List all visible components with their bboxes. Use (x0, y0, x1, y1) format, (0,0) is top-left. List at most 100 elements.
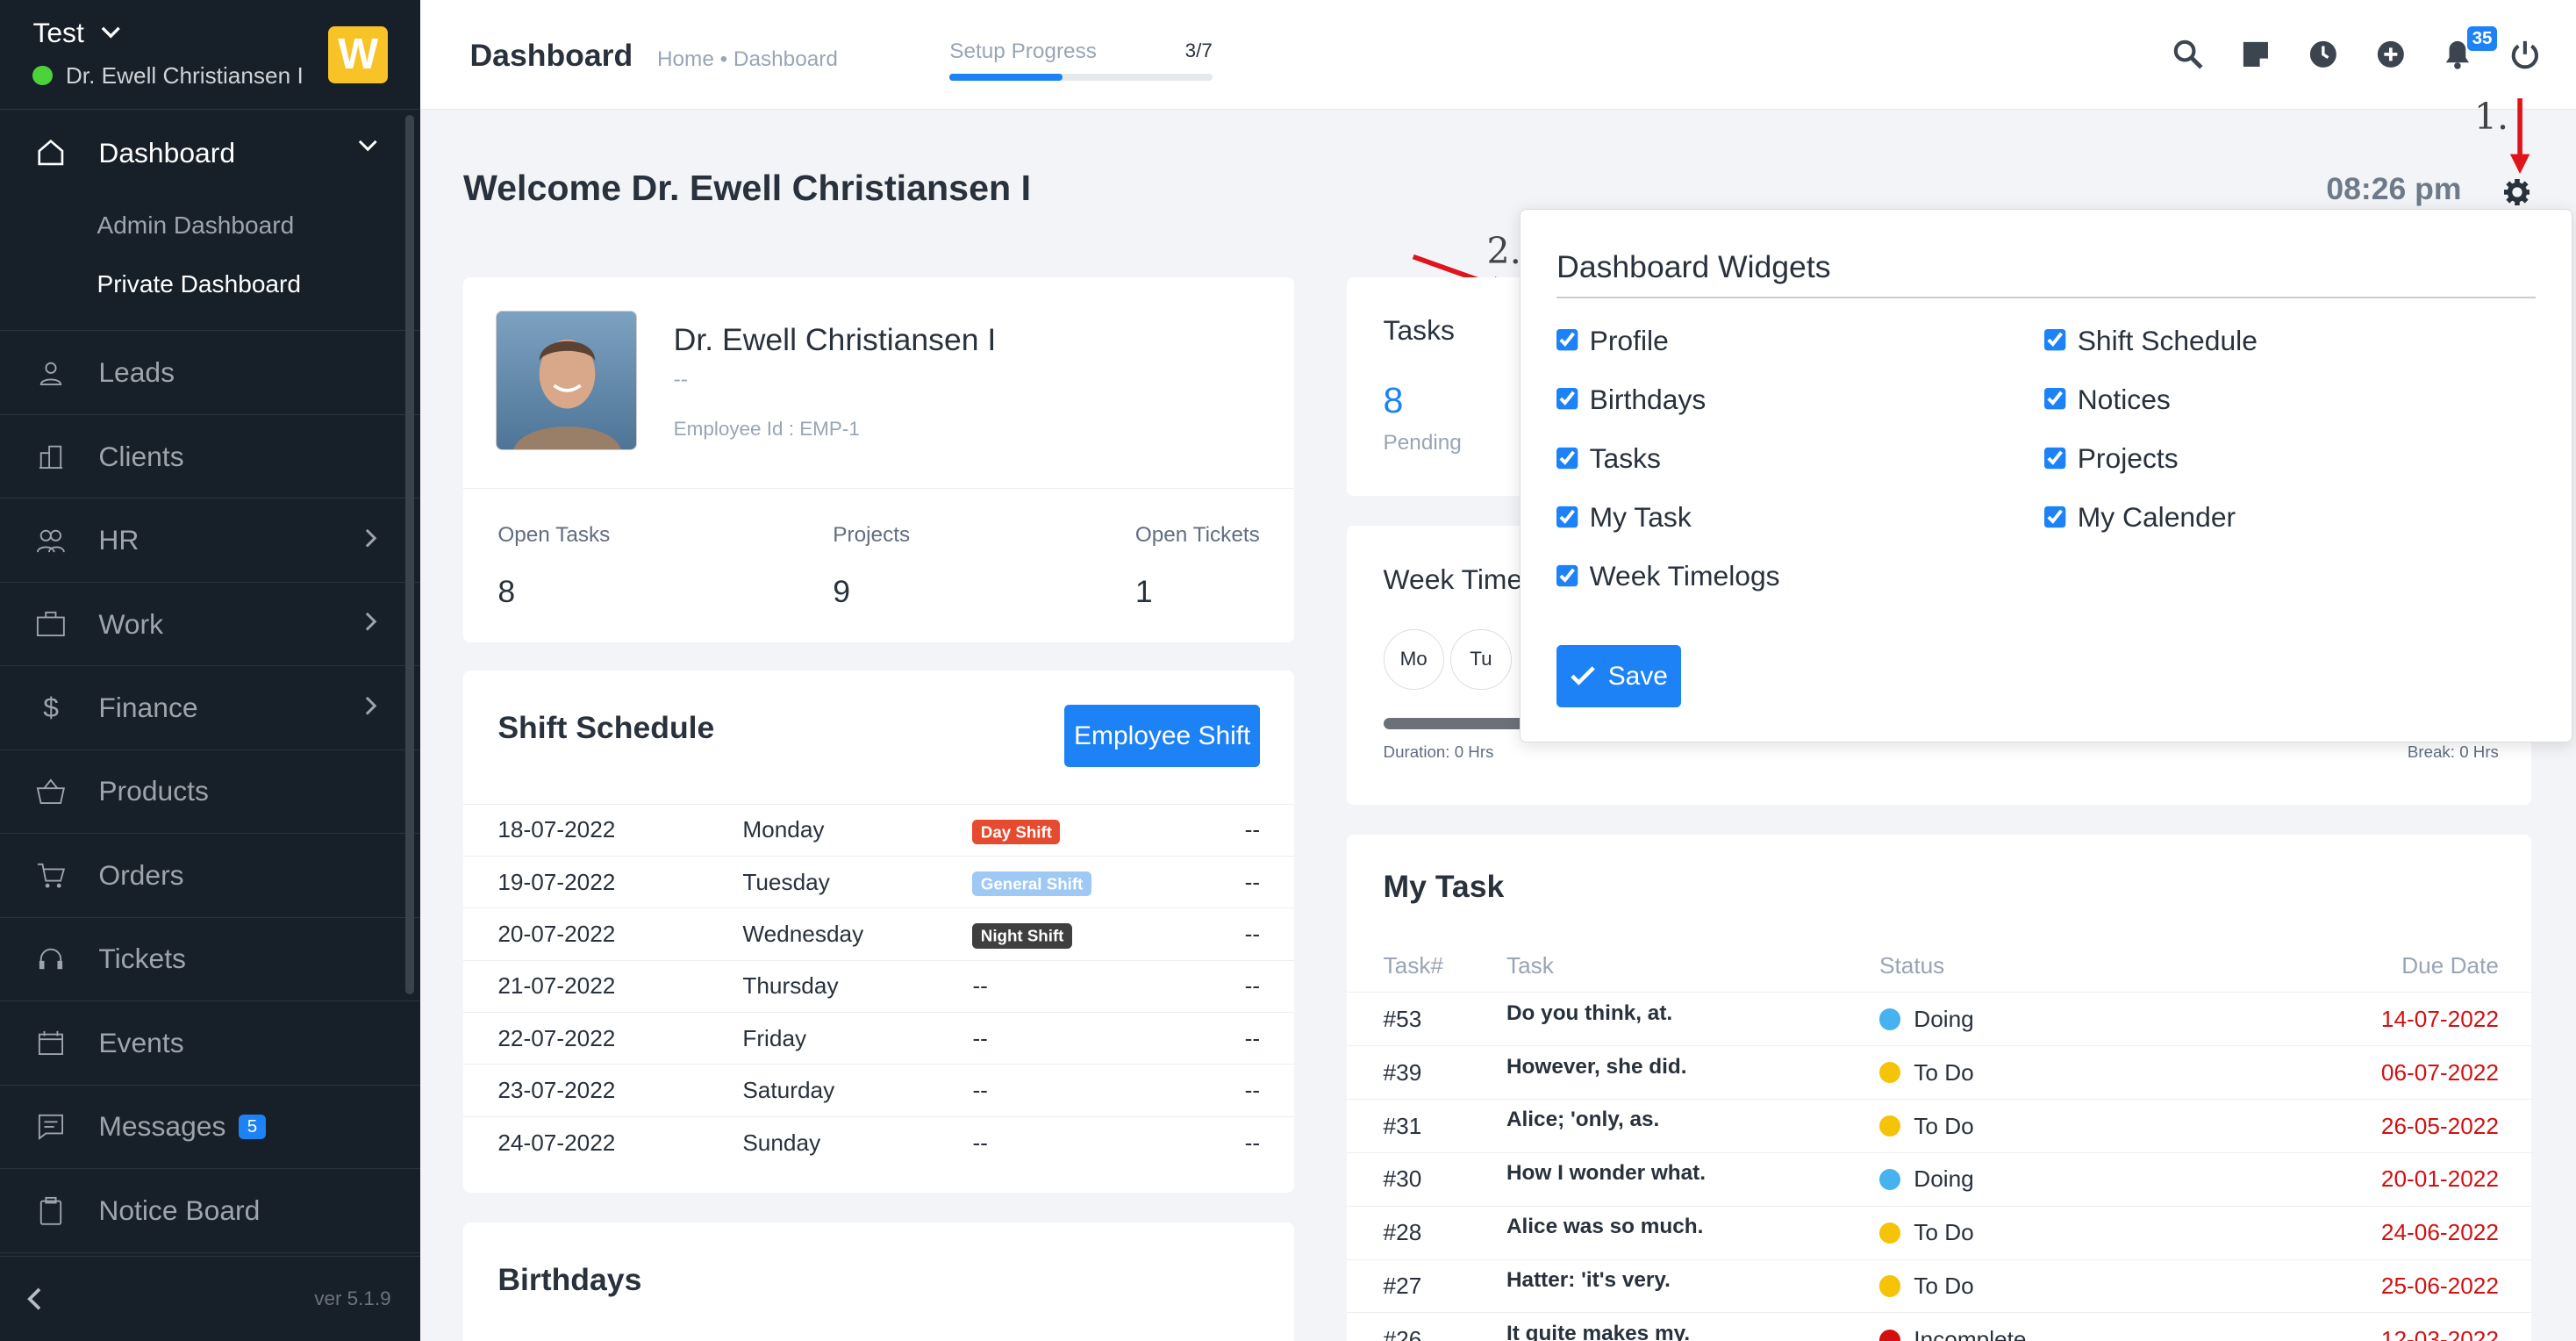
checkbox[interactable] (2044, 447, 2068, 470)
checkbox[interactable] (1556, 329, 1580, 353)
task-name[interactable]: However, she did. (1506, 1045, 1879, 1100)
pending-tasks-count[interactable]: 8 (1384, 380, 1404, 421)
widget-checkbox-week-timelogs[interactable]: Week Timelogs (1556, 560, 1780, 592)
sidebar-item-label: Notice Board (98, 1194, 261, 1226)
setup-progress[interactable]: Setup Progress 3/7 (949, 39, 1213, 81)
check-icon (1570, 666, 1595, 686)
task-status: To Do (1914, 1219, 1974, 1246)
clipboard-icon (36, 1196, 66, 1226)
sidebar-item-products[interactable]: Products (0, 750, 421, 835)
sidebar-item-admin-dashboard[interactable]: Admin Dashboard (0, 196, 420, 255)
widget-checkbox-profile[interactable]: Profile (1556, 325, 1669, 357)
sidebar-item-private-dashboard[interactable]: Private Dashboard (0, 255, 420, 313)
task-due-date: 24-06-2022 (2175, 1205, 2532, 1260)
employee-shift-button[interactable]: Employee Shift (1064, 705, 1261, 768)
checkbox[interactable] (2044, 388, 2068, 412)
shift-row: 23-07-2022 Saturday -- -- (463, 1064, 1295, 1117)
task-name[interactable]: Alice; 'only, as. (1506, 1099, 1879, 1153)
widget-checkbox-my-calender[interactable]: My Calender (2044, 501, 2236, 534)
widget-checkbox-birthdays[interactable]: Birthdays (1556, 384, 1706, 416)
notification-count-badge: 35 (2466, 25, 2498, 51)
shift-row: 19-07-2022 Tuesday General Shift -- (463, 855, 1295, 908)
sidebar-item-events[interactable]: Events (0, 1001, 421, 1086)
shift-value: -- (972, 1076, 988, 1103)
shift-date: 20-07-2022 (463, 907, 743, 961)
checkbox-label: Projects (2077, 441, 2179, 474)
save-button[interactable]: Save (1556, 644, 1682, 708)
briefcase-icon (36, 609, 66, 639)
task-due-date: 14-07-2022 (2175, 992, 2532, 1046)
table-row[interactable]: #53 Do you think, at. Doing 14-07-2022 (1347, 992, 2532, 1046)
sidebar-item-leads[interactable]: Leads (0, 331, 421, 415)
checkbox[interactable] (1556, 447, 1580, 470)
company-name: Test (32, 16, 84, 48)
table-row[interactable]: #28 Alice was so much. To Do 24-06-2022 (1347, 1205, 2532, 1260)
clock-icon[interactable] (2305, 36, 2341, 72)
widget-checkbox-shift-schedule[interactable]: Shift Schedule (2044, 325, 2258, 357)
table-row[interactable]: #31 Alice; 'only, as. To Do 26-05-2022 (1347, 1099, 2532, 1153)
task-name[interactable]: Do you think, at. (1506, 992, 1879, 1046)
sidebar-item-tickets[interactable]: Tickets (0, 918, 421, 1002)
task-name[interactable]: It quite makes my. (1506, 1312, 1879, 1341)
collapse-sidebar-icon[interactable] (26, 1287, 43, 1310)
sidebar-item-dashboard[interactable]: Dashboard (0, 110, 420, 195)
checkbox[interactable] (1556, 388, 1580, 412)
checkbox-label: My Calender (2077, 500, 2236, 533)
stat-label: Open Tasks (497, 523, 611, 548)
shift-day: Sunday (742, 1115, 973, 1169)
table-row[interactable]: #27 Hatter: 'it's very. To Do 25-06-2022 (1347, 1259, 2532, 1313)
power-icon[interactable] (2507, 36, 2543, 72)
add-icon[interactable] (2372, 36, 2408, 72)
status-dot-icon (1879, 1115, 1901, 1137)
widget-checkbox-my-task[interactable]: My Task (1556, 501, 1692, 534)
notification-bell-icon[interactable]: 35 (2440, 25, 2498, 72)
status-dot-icon (1879, 1008, 1901, 1030)
open-tasks-count[interactable]: 8 (497, 574, 515, 610)
task-name[interactable]: Alice was so much. (1506, 1205, 1879, 1260)
sidebar-item-notice-board[interactable]: Notice Board (0, 1169, 421, 1253)
shift-row: 18-07-2022 Monday Day Shift -- (463, 803, 1295, 857)
sidebar-scrollbar[interactable] (405, 115, 414, 994)
sidebar-item-messages[interactable]: Messages 5 (0, 1086, 421, 1170)
checkbox[interactable] (2044, 506, 2068, 529)
sidebar-footer: ver 5.1.9 (0, 1255, 421, 1341)
my-task-card: My Task Task# Task Status Due Date #53 Do… (1347, 835, 2532, 1341)
table-row[interactable]: #39 However, she did. To Do 06-07-2022 (1347, 1045, 2532, 1100)
card-title: Shift Schedule (497, 709, 715, 745)
sticky-note-icon[interactable] (2237, 36, 2273, 72)
widget-checkbox-notices[interactable]: Notices (2044, 384, 2171, 416)
task-name[interactable]: Hatter: 'it's very. (1506, 1259, 1879, 1313)
sidebar-item-work[interactable]: Work (0, 583, 421, 667)
annotation-arrow-down-icon (2510, 98, 2530, 175)
checkbox[interactable] (2044, 329, 2068, 353)
card-title: My Task (1383, 869, 1505, 905)
online-status-icon (32, 65, 53, 86)
home-icon (36, 138, 66, 168)
shift-day: Saturday (742, 1064, 973, 1117)
widget-checkbox-projects[interactable]: Projects (2044, 441, 2179, 475)
sidebar-item-hr[interactable]: HR (0, 498, 421, 583)
shift-schedule-card: Shift Schedule Employee Shift 18-07-2022… (463, 670, 1295, 1194)
sidebar-item-label: Finance (98, 692, 198, 723)
sidebar-item-orders[interactable]: Orders (0, 834, 421, 918)
status-dot-icon (1879, 1222, 1901, 1244)
open-tickets-count[interactable]: 1 (1135, 574, 1153, 610)
table-row[interactable]: #30 How I wonder what. Doing 20-01-2022 (1347, 1151, 2532, 1207)
table-row[interactable]: #26 It quite makes my. Incomplete 12-03-202… (1347, 1312, 2532, 1341)
day-tuesday-button[interactable]: Tu (1450, 629, 1512, 691)
widget-checkbox-tasks[interactable]: Tasks (1556, 442, 1661, 475)
task-name[interactable]: How I wonder what. (1506, 1151, 1879, 1207)
shift-end: -- (1202, 959, 1295, 1013)
task-status: To Do (1914, 1058, 1974, 1086)
gear-icon[interactable] (2503, 179, 2530, 212)
search-icon[interactable] (2171, 36, 2207, 72)
checkbox[interactable] (1556, 564, 1580, 588)
day-monday-button[interactable]: Mo (1383, 629, 1444, 691)
sidebar-item-finance[interactable]: $ Finance (0, 666, 421, 750)
task-due-date: 06-07-2022 (2175, 1045, 2532, 1100)
projects-count[interactable]: 9 (833, 574, 850, 610)
topbar: Dashboard Home • Dashboard Setup Progres… (420, 0, 2576, 111)
checkbox[interactable] (1556, 506, 1580, 529)
breadcrumb[interactable]: Home • Dashboard (657, 47, 838, 72)
sidebar-item-clients[interactable]: Clients (0, 415, 421, 499)
